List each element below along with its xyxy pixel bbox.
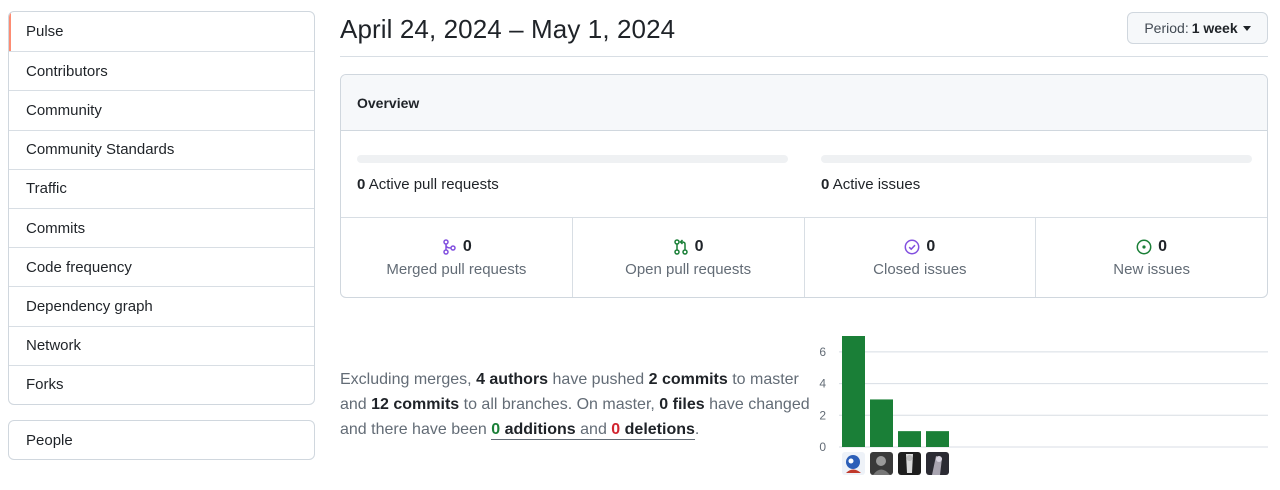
active-issues-label: Active issues — [832, 176, 921, 193]
commit-summary: Excluding merges, 4 authors have pushed … — [340, 367, 810, 442]
deletions-count: 0 — [611, 421, 621, 438]
sidebar-item-contributors[interactable]: Contributors — [9, 51, 314, 90]
open-issue-icon — [1136, 239, 1152, 255]
summary-text: Excluding merges, — [340, 371, 477, 388]
merge-icon — [443, 239, 456, 255]
closed-issue-icon — [904, 239, 920, 255]
period-label: Period: — [1144, 20, 1189, 36]
summary-text: . — [694, 421, 700, 438]
header-divider — [340, 56, 1268, 57]
open-pull-requests-count: 0 — [694, 238, 704, 255]
authors-count: 4 authors — [476, 371, 549, 388]
sidebar-item-label: Pulse — [26, 23, 64, 41]
commit-bar[interactable] — [842, 336, 865, 447]
sidebar-item-label: Code frequency — [26, 258, 132, 276]
deletions-label: deletions — [620, 421, 695, 438]
merged-pull-requests-count: 0 — [462, 238, 472, 255]
active-pull-requests-label: Active pull requests — [368, 176, 499, 193]
y-tick-label: 2 — [819, 408, 826, 422]
sidebar-item-label: Community Standards — [26, 141, 175, 159]
new-issues-count: 0 — [1158, 238, 1168, 255]
sidebar-item-label: Traffic — [26, 180, 67, 198]
period-value: 1 week — [1191, 20, 1238, 36]
y-tick-label: 6 — [819, 345, 826, 359]
active-pull-requests-link[interactable]: 0 Active pull requests — [357, 176, 499, 193]
sidebar-item-label: Network — [26, 337, 82, 355]
additions-label: additions — [500, 421, 576, 438]
commits-to-all-branches: 12 commits — [371, 396, 460, 413]
author-avatar[interactable] — [926, 452, 949, 475]
sidebar-item-network[interactable]: Network — [9, 325, 314, 365]
sidebar-item-pulse[interactable]: Pulse — [9, 12, 314, 52]
period-select-button[interactable]: Period: 1 week — [1127, 12, 1268, 44]
sidebar-item-commits[interactable]: Commits — [9, 207, 314, 247]
summary-text: have pushed — [548, 371, 649, 388]
commit-bar[interactable] — [898, 431, 921, 447]
overview-activity: 0 Active pull requests 0 Active issues — [341, 131, 1267, 218]
y-tick-label: 4 — [819, 377, 826, 391]
active-issues-link[interactable]: 0 Active issues — [821, 176, 920, 193]
sidebar-item-people[interactable]: People — [9, 421, 314, 459]
sidebar-item-label: People — [26, 431, 73, 449]
chevron-down-icon — [1242, 25, 1251, 31]
closed-issues-label: Closed issues — [873, 261, 967, 278]
pull-requests-progress-bar — [357, 155, 788, 163]
sidebar-item-label: Contributors — [26, 62, 108, 80]
sidebar-item-traffic[interactable]: Traffic — [9, 168, 314, 208]
stat-new-issues[interactable]: 0 New issues — [1035, 218, 1267, 297]
sidebar-item-label: Dependency graph — [26, 297, 153, 315]
sidebar-item-label: Commits — [26, 219, 86, 237]
summary-text: to all branches. On master, — [459, 396, 660, 413]
insights-sidebar: Pulse Contributors Community Community S… — [8, 11, 315, 405]
commit-bar[interactable] — [926, 431, 949, 447]
sidebar-item-community-standards[interactable]: Community Standards — [9, 129, 314, 169]
open-pull-requests-label: Open pull requests — [625, 261, 752, 278]
closed-issues-count: 0 — [926, 238, 936, 255]
sidebar-item-label: Community — [26, 101, 102, 119]
additions-deletions-link[interactable]: 0 additions and 0 deletions — [491, 421, 695, 440]
overview-stats: 0 Merged pull requests 0 Open pull reque… — [341, 218, 1267, 297]
stat-merged-pull-requests[interactable]: 0 Merged pull requests — [341, 218, 572, 297]
active-issues-count: 0 — [821, 176, 830, 193]
issues-progress-bar — [821, 155, 1252, 163]
sidebar-item-community[interactable]: Community — [9, 90, 314, 129]
sidebar-item-forks[interactable]: Forks — [9, 364, 314, 404]
sidebar-item-label: Forks — [26, 376, 64, 394]
overview-panel: Overview 0 Active pull requests 0 Active… — [340, 74, 1268, 298]
pull-request-icon — [673, 239, 688, 255]
author-avatar[interactable] — [898, 452, 921, 475]
and-text: and — [575, 421, 612, 438]
stat-open-pull-requests[interactable]: 0 Open pull requests — [571, 218, 804, 297]
sidebar-item-dependency-graph[interactable]: Dependency graph — [9, 286, 314, 325]
active-pull-requests-count: 0 — [357, 176, 366, 193]
commits-to-master: 2 commits — [648, 371, 728, 388]
new-issues-label: New issues — [1113, 261, 1190, 278]
files-changed: 0 files — [659, 396, 705, 413]
commit-bar[interactable] — [870, 399, 893, 447]
secondary-sidebar: People — [8, 420, 315, 460]
page-title: April 24, 2024 – May 1, 2024 — [340, 14, 676, 44]
overview-title: Overview — [341, 75, 1267, 131]
author-avatar[interactable] — [842, 452, 865, 475]
sidebar-item-code-frequency[interactable]: Code frequency — [9, 247, 314, 286]
merged-pull-requests-label: Merged pull requests — [386, 261, 527, 278]
author-avatar[interactable] — [870, 452, 893, 475]
stat-closed-issues[interactable]: 0 Closed issues — [803, 218, 1036, 297]
y-tick-label: 0 — [819, 440, 826, 454]
additions-count: 0 — [491, 421, 501, 438]
